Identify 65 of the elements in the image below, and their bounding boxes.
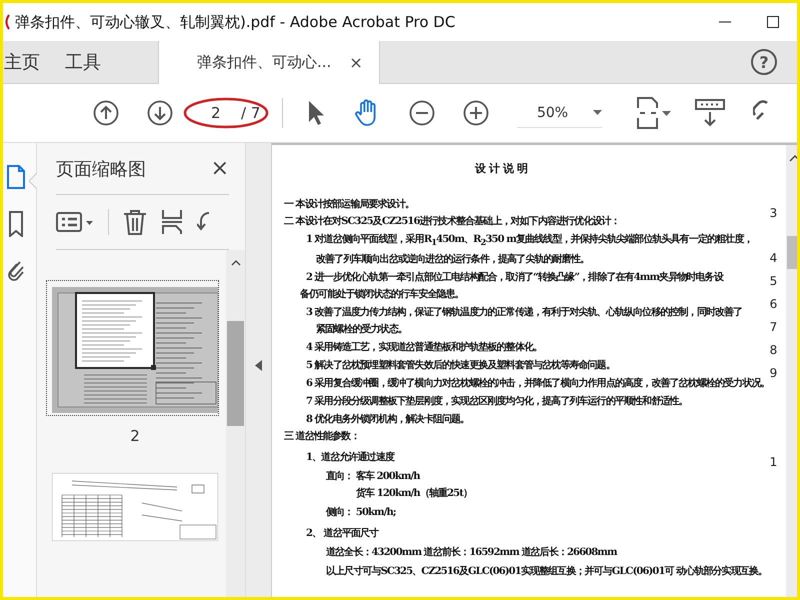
maximize-icon <box>767 16 779 28</box>
app-icon <box>3 14 11 30</box>
document-line: 紧固螺栓的受力状态。 <box>315 322 408 337</box>
document-line: 6 采用复合缓冲圈，缓冲了横向力对岔枕螺栓的冲击，并降低了横向力作用点的高度，改善了岔枕螺栓的受力状况。 <box>305 376 770 391</box>
scrollbar-thumb[interactable] <box>227 321 244 426</box>
scroll-mode-icon[interactable] <box>695 99 725 127</box>
document-line: 7 采用分段分级调整板下垫层刚度，实现岔区刚度均匀化，提高了列车运行的平顺性和舒适性。 <box>305 394 689 409</box>
document-line: 2、 道岔平面尺寸 <box>305 526 380 541</box>
tab-label: 弹条扣件、可动心... <box>197 53 332 72</box>
page-number-label: 2 <box>130 427 140 445</box>
document-line: 二 本设计在对SC325及CZ2516进行技术整合基础上，对如下内容进行优化设计： <box>283 214 621 229</box>
tab-label: 工具 <box>65 51 101 74</box>
margin-number: 6 <box>770 296 778 313</box>
zoom-out-icon[interactable] <box>408 100 435 126</box>
document-line: 货车 120km/h（轴重25t） <box>355 486 474 501</box>
scrollbar[interactable] <box>226 250 245 597</box>
document-title: 设计说明 <box>474 161 531 176</box>
triangle-left-icon <box>255 360 262 370</box>
paperclip-icon[interactable] <box>8 259 24 283</box>
caret-icon <box>593 110 602 115</box>
page-fit-icon[interactable] <box>636 97 660 129</box>
document-line: 4 采用铸造工艺，实现道岔普通垫板和护轨垫板的整体化。 <box>305 340 544 355</box>
document-line: 2 进一步优化心轨第一牵引点部位工电结构配合，取消了“转换凸缘”，排除了在有4mm夹异物时电务设 <box>305 270 724 285</box>
margin-number: 7 <box>770 319 778 336</box>
window-title: 弹条扣件、可动心辙叉、轧制翼枕).pdf - Adobe Acrobat Pro DC <box>15 12 456 32</box>
trash-icon[interactable] <box>123 209 147 235</box>
margin-number: 3 <box>770 205 778 222</box>
bookmark-icon[interactable] <box>8 211 22 237</box>
margin-number: 5 <box>770 273 778 290</box>
options-icon[interactable] <box>56 212 94 232</box>
tab[interactable]: 弹条扣件、可动心... × <box>158 41 380 84</box>
margin-number: 4 <box>770 250 778 267</box>
margin-number: 9 <box>770 365 778 382</box>
document-line: 3 改善了温度力传力结构，保证了钢轨温度力的正常传递，有利于对尖轨、心轨纵向位移的控制，同时改善了 <box>305 305 744 320</box>
margin-number: 8 <box>770 342 778 359</box>
scroll-up-icon[interactable] <box>230 260 240 266</box>
document-line: 道岔全长：43200mm 道岔前长：16592mm 道岔后长：26608mm <box>325 546 618 560</box>
document-line: 侧向： 50km/h; <box>324 506 397 520</box>
document-line: 1 对道岔侧向平面线型，采用R$_{1}$450m、R$_{2}$350 m复曲线线型，并保持尖轨尖端部位轨头具有一定的粗壮度， <box>305 232 754 249</box>
document-line: 8 优化电务外锁闭机构，解决卡阻问题。 <box>305 412 470 427</box>
next-page-icon[interactable] <box>147 100 173 126</box>
document-line: 三 道岔性能参数： <box>283 430 360 444</box>
page-number-field[interactable]: 2 <box>211 104 235 122</box>
document-line: 5 解决了岔枕预埋塑料套管失效后的快速更换及塑料套管与岔枕等寿命问题。 <box>305 358 616 373</box>
tab[interactable]: 工具 <box>65 41 126 83</box>
close-panel-button[interactable]: × <box>210 156 229 181</box>
close-tab-button[interactable]: × <box>349 53 363 72</box>
page-thumbnails-icon[interactable] <box>6 165 24 189</box>
document-line: 1、道岔允许通过速度 <box>305 450 396 465</box>
zoom-dropdown[interactable]: 50% <box>516 98 602 128</box>
document-line: 以上尺寸可与SC325、CZ2516及GLC(06)01实现整组互换；并可与GLC(06)01可 动心轨部分实现互换。 <box>325 564 768 579</box>
caret-icon[interactable] <box>662 110 671 116</box>
zoom-in-icon[interactable] <box>462 100 489 126</box>
document-line: 改善了列车顺向出岔或逆向进岔的运行条件，提高了尖轨的耐磨性。 <box>315 252 590 267</box>
extract-pages-icon[interactable] <box>161 209 183 235</box>
page-count: / 7 <box>241 104 260 122</box>
tab[interactable]: 主页 <box>3 41 65 83</box>
margin-number: 1 <box>770 454 778 471</box>
panel-title: 页面缩略图 <box>56 158 146 180</box>
document-line: 一 本设计按部运输局要求设计。 <box>283 198 415 212</box>
document-line: 备仍可能处于锁闭状态的行车安全隐患。 <box>299 287 465 302</box>
tab-label: 主页 <box>4 51 40 74</box>
document-line: 直向： 客车 200km/h <box>325 469 422 484</box>
help-button[interactable]: ? <box>751 49 777 75</box>
previous-page-icon[interactable] <box>93 100 119 126</box>
